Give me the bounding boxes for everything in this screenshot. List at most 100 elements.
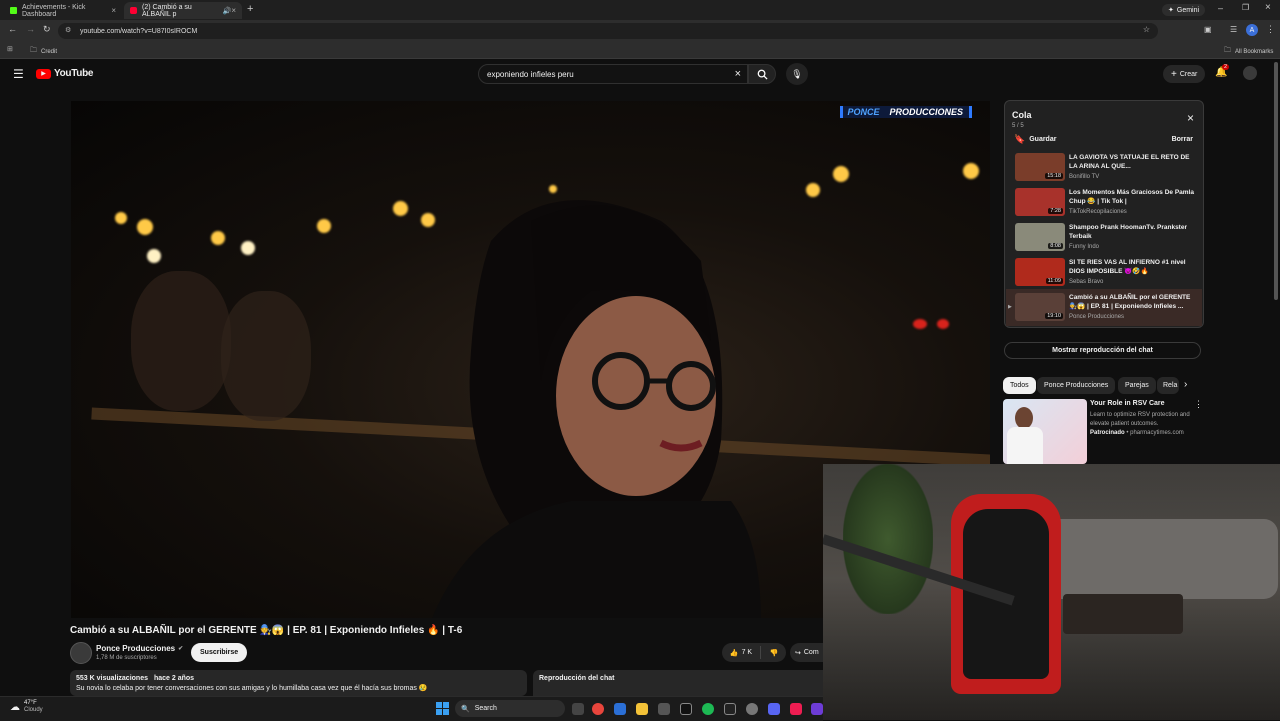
obs-icon[interactable] xyxy=(680,703,692,715)
weather-widget[interactable]: ☁ 47°F Cloudy xyxy=(10,700,43,714)
view-count: 553 K visualizaciones xyxy=(76,675,148,682)
queue-item[interactable]: 11:09 SI TE RIES VAS AL INFIERNO #1 nive… xyxy=(1015,257,1200,290)
reading-list-icon[interactable]: ☰ xyxy=(1230,25,1237,34)
profile-avatar[interactable]: A xyxy=(1246,24,1258,36)
clear-queue-button[interactable]: Borrar xyxy=(1172,136,1193,143)
duration-badge: 7:28 xyxy=(1048,208,1063,214)
app-icon[interactable] xyxy=(811,703,823,715)
minimize-icon[interactable]: – xyxy=(1218,3,1223,13)
background-person xyxy=(221,291,311,421)
light-bokeh xyxy=(913,319,927,329)
page-scrollbar[interactable] xyxy=(1274,62,1278,300)
webcam-couch xyxy=(1038,519,1278,599)
app-icon[interactable] xyxy=(746,703,758,715)
chip-couples[interactable]: Parejas xyxy=(1118,377,1156,394)
description-box[interactable]: 553 K visualizaciones hace 2 años Su novi… xyxy=(70,670,527,696)
queue-thumbnail: 19:10 xyxy=(1015,293,1065,321)
all-bookmarks[interactable]: 🗀 All Bookmarks xyxy=(1224,46,1273,57)
youtube-header: ☰ ▶ YouTube exponiendo infieles peru × 🎙… xyxy=(0,59,1280,91)
queue-panel: Cola 5 / 5 × 🔖 Guardar Borrar 15:18 LA GA… xyxy=(1004,100,1204,328)
channel-name[interactable]: Ponce Producciones ✔ xyxy=(96,644,183,653)
tab-youtube-video[interactable]: (2) Cambió a su ALBAÑIL p 🔊 × xyxy=(124,2,242,19)
gemini-button[interactable]: ✦ Gemini xyxy=(1162,4,1206,16)
channel-avatar[interactable] xyxy=(70,642,92,664)
discord-icon[interactable] xyxy=(768,703,780,715)
close-tab-icon[interactable]: × xyxy=(111,6,116,15)
audio-icon[interactable]: 🔊 xyxy=(223,7,232,15)
dislike-button[interactable]: 👎 xyxy=(762,643,786,662)
clear-search-icon[interactable]: × xyxy=(735,68,741,80)
tab-kick-dashboard[interactable]: Achievements - Kick Dashboard × xyxy=(4,2,122,19)
subscriber-count: 1,78 M de suscriptores xyxy=(96,655,157,661)
apps-grid-icon[interactable]: ⊞ xyxy=(7,45,13,53)
tiktok-icon[interactable] xyxy=(790,703,802,715)
share-button[interactable]: ↪ Com xyxy=(790,643,823,662)
voice-search-button[interactable]: 🎙 xyxy=(786,63,808,85)
divider xyxy=(760,646,761,659)
copilot-icon[interactable] xyxy=(614,703,626,715)
url-field[interactable]: ⚙ youtube.com/watch?v=U87I0sIROCM ☆ xyxy=(58,23,1158,39)
plus-icon: + xyxy=(1171,68,1177,80)
create-button[interactable]: + Crear xyxy=(1163,65,1206,83)
chip-label: Parejas xyxy=(1125,382,1149,389)
ad-more-options-icon[interactable]: ⋮ xyxy=(1194,399,1203,410)
like-button[interactable]: 👍 7 K xyxy=(722,643,760,662)
queue-position: 5 / 5 xyxy=(1012,123,1024,129)
window-close-icon[interactable]: × xyxy=(1265,2,1271,13)
account-avatar[interactable] xyxy=(1243,66,1257,80)
chip-label: Rela xyxy=(1163,382,1178,389)
close-queue-icon[interactable]: × xyxy=(1187,111,1194,125)
queue-item-channel: Bonifillo TV xyxy=(1069,174,1100,180)
browser-menu-icon[interactable]: ⋮ xyxy=(1266,24,1275,35)
queue-item-current[interactable]: 19:10 Cambió a su ALBAÑIL por el GERENTE… xyxy=(1015,292,1200,325)
windows-start-icon[interactable] xyxy=(436,702,449,715)
ad-thumbnail[interactable] xyxy=(1003,399,1087,464)
chip-next-chevron-icon[interactable]: › xyxy=(1184,379,1187,390)
site-info-icon[interactable]: ⚙ xyxy=(65,26,71,34)
show-chat-replay-button[interactable]: Mostrar reproducción del chat xyxy=(1004,342,1201,359)
youtube-logo[interactable]: ▶ YouTube xyxy=(36,68,94,79)
queue-item-title: SI TE RIES VAS AL INFIERNO #1 nivel DIOS… xyxy=(1069,259,1186,275)
store-icon[interactable] xyxy=(658,703,670,715)
app-icon[interactable] xyxy=(724,703,736,715)
queue-item-title: LA GAVIOTA VS TATUAJE EL RETO DE LA ARIN… xyxy=(1069,154,1190,170)
search-input[interactable]: exponiendo infieles peru × xyxy=(478,64,748,84)
chrome-icon[interactable] xyxy=(592,703,604,715)
queue-item[interactable]: 7:28 Los Momentos Más Graciosos De Pamla… xyxy=(1015,187,1200,220)
queue-item-title: Los Momentos Más Graciosos De Pamla Chup… xyxy=(1069,189,1194,205)
extensions-icon[interactable]: ▣ xyxy=(1204,25,1212,34)
bookmark-credit[interactable]: 🗀 Credit xyxy=(30,46,57,57)
webcam-overlay xyxy=(823,464,1280,720)
chip-channel[interactable]: Ponce Producciones xyxy=(1037,377,1116,394)
forward-icon[interactable]: → xyxy=(26,24,35,34)
bookmark-save-icon: 🔖 xyxy=(1014,134,1026,144)
hamburger-menu-icon[interactable]: ☰ xyxy=(13,67,24,81)
weather-temperature: 47°F xyxy=(24,700,37,706)
light-bokeh xyxy=(806,183,820,197)
duration-badge: 8:08 xyxy=(1048,243,1063,249)
duration-badge: 15:18 xyxy=(1045,173,1063,179)
search-button[interactable] xyxy=(748,64,776,84)
subscribe-button[interactable]: Suscribirse xyxy=(191,643,248,662)
ad-title[interactable]: Your Role in RSV Care xyxy=(1090,400,1190,407)
bookmark-star-icon[interactable]: ☆ xyxy=(1143,25,1150,34)
queue-item[interactable]: 15:18 LA GAVIOTA VS TATUAJE EL RETO DE L… xyxy=(1015,152,1200,185)
new-tab-button[interactable]: + xyxy=(247,3,253,15)
taskbar-search[interactable]: 🔍 Search xyxy=(455,700,565,717)
tab-label: (2) Cambió a su ALBAÑIL p xyxy=(142,3,192,18)
file-explorer-icon[interactable] xyxy=(636,703,648,715)
back-icon[interactable]: ← xyxy=(8,24,17,34)
spotify-icon[interactable] xyxy=(702,703,714,715)
notifications-button[interactable]: 🔔 2 xyxy=(1215,64,1230,78)
close-tab-icon[interactable]: × xyxy=(231,6,236,15)
save-queue-button[interactable]: 🔖 Guardar xyxy=(1014,134,1056,145)
light-bokeh xyxy=(147,249,161,263)
queue-item-channel: Funny Indo xyxy=(1069,244,1100,250)
reload-icon[interactable]: ↻ xyxy=(43,24,51,35)
task-view-icon[interactable] xyxy=(572,703,584,715)
restore-icon[interactable]: ❐ xyxy=(1242,3,1249,12)
queue-item[interactable]: 8:08 Shampoo Prank HoomanTv. Prankster T… xyxy=(1015,222,1200,255)
chip-related[interactable]: Rela xyxy=(1157,377,1179,394)
thumbs-up-icon: 👍 xyxy=(729,649,739,657)
chip-all[interactable]: Todos xyxy=(1003,377,1036,394)
